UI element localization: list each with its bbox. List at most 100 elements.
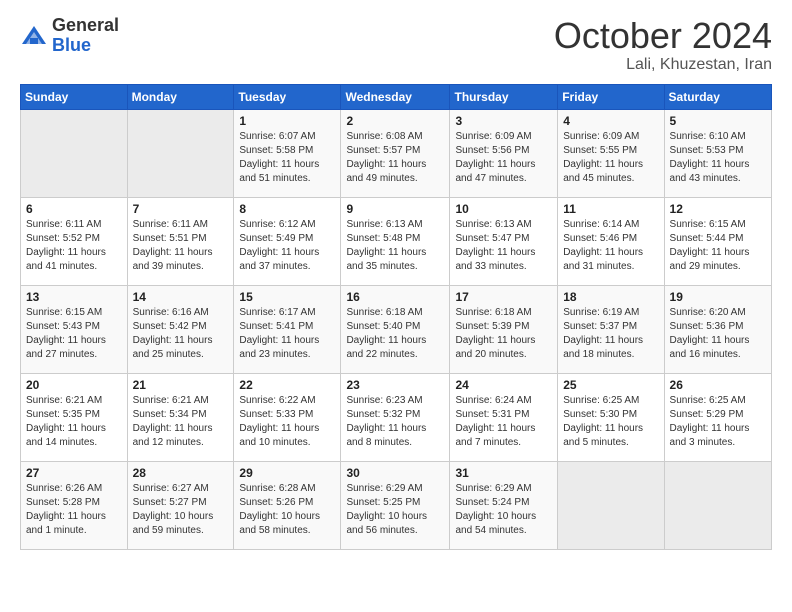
day-detail: Sunrise: 6:11 AMSunset: 5:52 PMDaylight:… — [26, 218, 122, 274]
day-number: 29 — [239, 466, 335, 480]
day-detail: Sunrise: 6:19 AMSunset: 5:37 PMDaylight:… — [563, 306, 658, 362]
calendar-cell: 14Sunrise: 6:16 AMSunset: 5:42 PMDayligh… — [127, 285, 234, 373]
column-header-saturday: Saturday — [664, 84, 771, 109]
day-number: 4 — [563, 114, 658, 128]
day-number: 3 — [455, 114, 552, 128]
day-detail: Sunrise: 6:29 AMSunset: 5:25 PMDaylight:… — [346, 482, 444, 538]
calendar-cell: 15 Sunrise: 6:17 AMSunset: 5:41 PMDayligh… — [234, 285, 341, 373]
day-number: 21 — [133, 378, 229, 392]
day-number: 27 — [26, 466, 122, 480]
day-detail: Sunrise: 6:14 AMSunset: 5:46 PMDaylight:… — [563, 218, 658, 274]
calendar-cell: 6 Sunrise: 6:11 AMSunset: 5:52 PMDaylight… — [21, 197, 128, 285]
calendar-cell: 8 Sunrise: 6:12 AMSunset: 5:49 PMDaylight… — [234, 197, 341, 285]
calendar-cell: 30 Sunrise: 6:29 AMSunset: 5:25 PMDayligh… — [341, 461, 450, 549]
calendar-cell: 24Sunrise: 6:24 AMSunset: 5:31 PMDayligh… — [450, 373, 558, 461]
column-header-wednesday: Wednesday — [341, 84, 450, 109]
day-number: 22 — [239, 378, 335, 392]
calendar-cell: 7Sunrise: 6:11 AMSunset: 5:51 PMDaylight… — [127, 197, 234, 285]
day-detail: Sunrise: 6:29 AMSunset: 5:24 PMDaylight:… — [455, 482, 552, 538]
calendar-cell: 18 Sunrise: 6:19 AMSunset: 5:37 PMDayligh… — [558, 285, 664, 373]
calendar-cell: 20 Sunrise: 6:21 AMSunset: 5:35 PMDayligh… — [21, 373, 128, 461]
day-number: 14 — [133, 290, 229, 304]
day-number: 6 — [26, 202, 122, 216]
day-number: 12 — [670, 202, 766, 216]
logo: General Blue — [20, 16, 119, 56]
calendar-cell: 17 Sunrise: 6:18 AMSunset: 5:39 PMDayligh… — [450, 285, 558, 373]
calendar-cell: 19 Sunrise: 6:20 AMSunset: 5:36 PMDayligh… — [664, 285, 771, 373]
day-detail: Sunrise: 6:15 AMSunset: 5:44 PMDaylight:… — [670, 218, 766, 274]
day-detail: Sunrise: 6:27 AMSunset: 5:27 PMDaylight:… — [133, 482, 229, 538]
column-header-friday: Friday — [558, 84, 664, 109]
calendar-cell: 2 Sunrise: 6:08 AMSunset: 5:57 PMDaylight… — [341, 109, 450, 197]
week-row: 1Sunrise: 6:07 AMSunset: 5:58 PMDaylight… — [21, 109, 772, 197]
column-header-monday: Monday — [127, 84, 234, 109]
day-detail: Sunrise: 6:21 AMSunset: 5:35 PMDaylight:… — [26, 394, 122, 450]
day-detail: Sunrise: 6:12 AMSunset: 5:49 PMDaylight:… — [239, 218, 335, 274]
day-detail: Sunrise: 6:15 AMSunset: 5:43 PMDaylight:… — [26, 306, 122, 362]
column-header-thursday: Thursday — [450, 84, 558, 109]
calendar-cell: 25Sunrise: 6:25 AMSunset: 5:30 PMDayligh… — [558, 373, 664, 461]
day-detail: Sunrise: 6:22 AMSunset: 5:33 PMDaylight:… — [239, 394, 335, 450]
day-detail: Sunrise: 6:23 AMSunset: 5:32 PMDaylight:… — [346, 394, 444, 450]
calendar-cell: 21 Sunrise: 6:21 AMSunset: 5:34 PMDayligh… — [127, 373, 234, 461]
day-number: 30 — [346, 466, 444, 480]
title-location: Lali, Khuzestan, Iran — [554, 56, 772, 74]
day-number: 1 — [239, 114, 335, 128]
calendar-cell: 16Sunrise: 6:18 AMSunset: 5:40 PMDayligh… — [341, 285, 450, 373]
day-detail: Sunrise: 6:25 AMSunset: 5:29 PMDaylight:… — [670, 394, 766, 450]
calendar-cell — [558, 461, 664, 549]
header: General Blue October 2024 Lali, Khuzesta… — [20, 16, 772, 74]
calendar-cell: 27 Sunrise: 6:26 AMSunset: 5:28 PMDayligh… — [21, 461, 128, 549]
calendar-cell — [21, 109, 128, 197]
calendar-cell: 1Sunrise: 6:07 AMSunset: 5:58 PMDaylight… — [234, 109, 341, 197]
day-detail: Sunrise: 6:13 AMSunset: 5:48 PMDaylight:… — [346, 218, 444, 274]
day-detail: Sunrise: 6:09 AMSunset: 5:56 PMDaylight:… — [455, 130, 552, 186]
day-number: 24 — [455, 378, 552, 392]
day-detail: Sunrise: 6:11 AMSunset: 5:51 PMDaylight:… — [133, 218, 229, 274]
week-row: 6 Sunrise: 6:11 AMSunset: 5:52 PMDaylight… — [21, 197, 772, 285]
calendar-cell: 31 Sunrise: 6:29 AMSunset: 5:24 PMDayligh… — [450, 461, 558, 549]
day-number: 10 — [455, 202, 552, 216]
column-header-tuesday: Tuesday — [234, 84, 341, 109]
day-detail: Sunrise: 6:08 AMSunset: 5:57 PMDaylight:… — [346, 130, 444, 186]
title-month: October 2024 — [554, 16, 772, 56]
calendar-cell: 22 Sunrise: 6:22 AMSunset: 5:33 PMDayligh… — [234, 373, 341, 461]
calendar-cell: 11 Sunrise: 6:14 AMSunset: 5:46 PMDayligh… — [558, 197, 664, 285]
day-number: 9 — [346, 202, 444, 216]
logo-blue: Blue — [52, 36, 119, 56]
day-number: 25 — [563, 378, 658, 392]
day-number: 23 — [346, 378, 444, 392]
day-number: 2 — [346, 114, 444, 128]
week-row: 27 Sunrise: 6:26 AMSunset: 5:28 PMDayligh… — [21, 461, 772, 549]
day-number: 11 — [563, 202, 658, 216]
day-detail: Sunrise: 6:17 AMSunset: 5:41 PMDaylight:… — [239, 306, 335, 362]
column-header-sunday: Sunday — [21, 84, 128, 109]
day-detail: Sunrise: 6:10 AMSunset: 5:53 PMDaylight:… — [670, 130, 766, 186]
day-detail: Sunrise: 6:09 AMSunset: 5:55 PMDaylight:… — [563, 130, 658, 186]
week-row: 20 Sunrise: 6:21 AMSunset: 5:35 PMDayligh… — [21, 373, 772, 461]
day-number: 31 — [455, 466, 552, 480]
day-detail: Sunrise: 6:21 AMSunset: 5:34 PMDaylight:… — [133, 394, 229, 450]
calendar-table: SundayMondayTuesdayWednesdayThursdayFrid… — [20, 84, 772, 550]
day-number: 19 — [670, 290, 766, 304]
day-number: 8 — [239, 202, 335, 216]
day-number: 20 — [26, 378, 122, 392]
day-detail: Sunrise: 6:18 AMSunset: 5:39 PMDaylight:… — [455, 306, 552, 362]
calendar-cell — [664, 461, 771, 549]
day-number: 18 — [563, 290, 658, 304]
day-detail: Sunrise: 6:13 AMSunset: 5:47 PMDaylight:… — [455, 218, 552, 274]
calendar-cell: 23 Sunrise: 6:23 AMSunset: 5:32 PMDayligh… — [341, 373, 450, 461]
calendar-cell: 12 Sunrise: 6:15 AMSunset: 5:44 PMDayligh… — [664, 197, 771, 285]
day-detail: Sunrise: 6:20 AMSunset: 5:36 PMDaylight:… — [670, 306, 766, 362]
logo-general: General — [52, 16, 119, 36]
day-number: 5 — [670, 114, 766, 128]
day-number: 17 — [455, 290, 552, 304]
day-detail: Sunrise: 6:26 AMSunset: 5:28 PMDaylight:… — [26, 482, 122, 538]
calendar-cell: 26Sunrise: 6:25 AMSunset: 5:29 PMDayligh… — [664, 373, 771, 461]
header-row: SundayMondayTuesdayWednesdayThursdayFrid… — [21, 84, 772, 109]
title-block: October 2024 Lali, Khuzestan, Iran — [554, 16, 772, 74]
calendar-cell: 10 Sunrise: 6:13 AMSunset: 5:47 PMDayligh… — [450, 197, 558, 285]
logo-icon — [20, 22, 48, 50]
day-number: 15 — [239, 290, 335, 304]
day-number: 16 — [346, 290, 444, 304]
